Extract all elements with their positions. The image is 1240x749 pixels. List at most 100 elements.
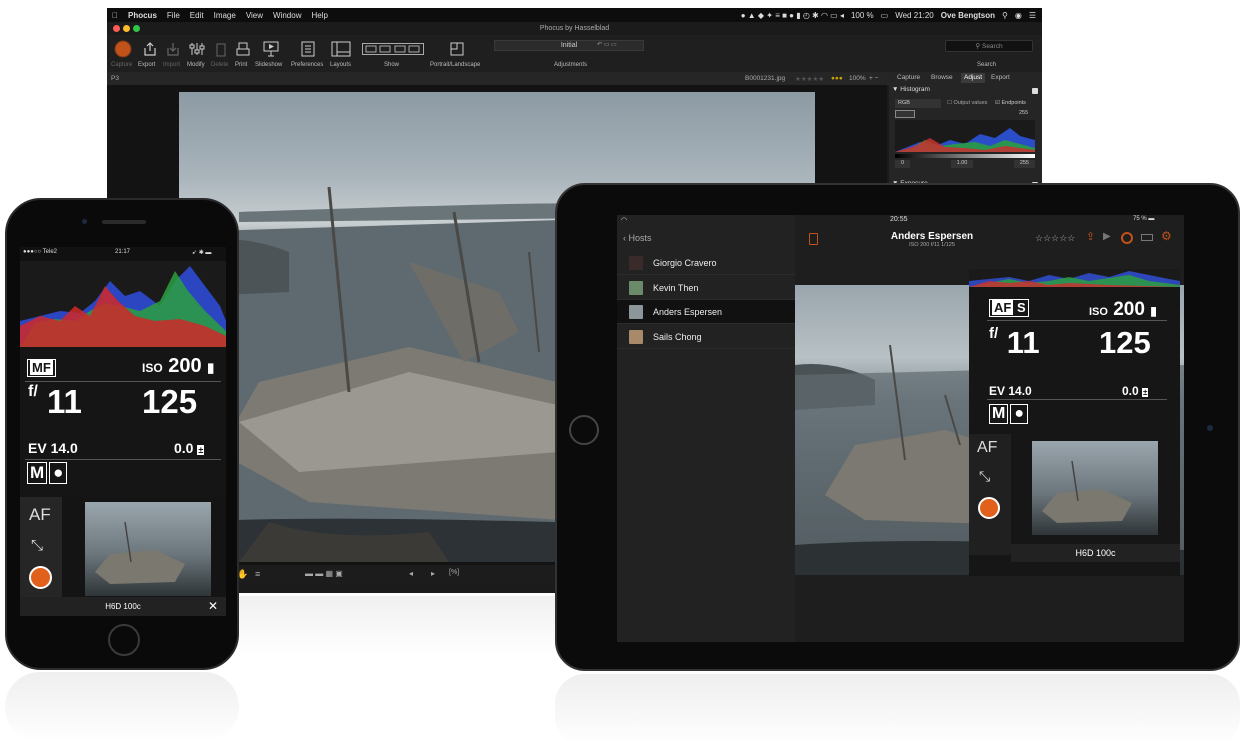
channel-select[interactable]: RGB [895, 99, 941, 108]
menu-view[interactable]: View [241, 11, 268, 20]
siri-icon[interactable]: ◉ [1015, 11, 1022, 20]
modify-button[interactable] [187, 37, 207, 61]
home-button[interactable] [108, 624, 140, 656]
last-capture-thumbnail[interactable] [85, 502, 211, 596]
exposure-comp[interactable]: 0.0 ± [1122, 384, 1149, 398]
exposure-mode[interactable]: M ● [989, 404, 1028, 424]
import-button[interactable] [163, 37, 183, 61]
delete-button[interactable] [211, 37, 231, 61]
histogram-max-value: 255 [1019, 110, 1029, 116]
tab-browse[interactable]: Browse [931, 73, 953, 83]
shutter-display[interactable]: 125 [1099, 325, 1151, 361]
search-input[interactable]: ⚲ Search [945, 40, 1033, 52]
aperture-display[interactable]: f/ 11 [989, 325, 1040, 361]
histogram-enable-checkbox[interactable] [1032, 88, 1038, 94]
layouts-button[interactable] [330, 37, 352, 61]
host-item[interactable]: Kevin Then [617, 276, 795, 300]
menu-image[interactable]: Image [209, 11, 241, 20]
exposure-comp-value: 0.0 [174, 440, 194, 456]
preferences-button[interactable] [298, 37, 318, 61]
user-name[interactable]: Ove Bengtson [941, 11, 995, 20]
menu-file[interactable]: File [162, 11, 185, 20]
adjustments-undo-icons[interactable]: ↶ ▭ ▭ [597, 41, 645, 50]
endpoints-checkbox[interactable]: ☑ Endpoints [995, 100, 1026, 106]
next-icon[interactable]: ▸ [431, 569, 435, 578]
hosts-back-button[interactable]: ‹ Hosts [623, 233, 652, 243]
focus-mode-value: MF [30, 360, 53, 375]
output-values-checkbox[interactable]: ☐ Output values [947, 100, 987, 106]
levels-values: 0 1.00 255 [895, 160, 1035, 168]
levels-low[interactable]: 0 [895, 160, 911, 168]
black-point-field[interactable] [895, 110, 915, 118]
zoom-level[interactable]: 100% [849, 75, 866, 82]
camera-model: H6D 100c [105, 602, 141, 611]
host-name: Giorgio Cravero [653, 257, 717, 268]
share-icon[interactable]: ⇪ [1086, 230, 1095, 243]
af-button[interactable]: AF [977, 439, 997, 457]
curve-icon[interactable]: ⤡ [979, 468, 990, 485]
print-button[interactable] [233, 37, 253, 61]
compare-icon[interactable]: [%] [449, 569, 459, 576]
histogram-header[interactable]: ▼ Histogram [892, 86, 930, 93]
list-icon[interactable]: ≡ [255, 569, 260, 579]
camera-settings-icon[interactable] [809, 233, 818, 245]
spotlight-icon[interactable]: ⚲ [1002, 11, 1008, 20]
capture-icon[interactable] [1121, 232, 1133, 244]
iso-display[interactable]: ISO 200 ▮ [1089, 299, 1157, 321]
focus-mode-badge[interactable]: MF [27, 359, 56, 377]
layout-toggle-icons[interactable]: ▬ ▬ ▦ ▣ [305, 569, 343, 578]
home-button[interactable] [569, 415, 599, 445]
zoom-buttons[interactable]: + − [869, 75, 878, 82]
notification-center-icon[interactable]: ☰ [1029, 11, 1036, 20]
menu-help[interactable]: Help [306, 11, 332, 20]
host-item-selected[interactable]: Anders Espersen [617, 300, 795, 324]
tab-capture[interactable]: Capture [897, 73, 920, 83]
window-title: Phocus by Hasselblad [539, 25, 610, 32]
portrait-landscape-button[interactable] [447, 37, 469, 61]
capture-button[interactable] [113, 37, 133, 61]
levels-high[interactable]: 255 [1013, 160, 1035, 168]
tab-adjust[interactable]: Adjust [961, 73, 986, 83]
menu-window[interactable]: Window [268, 11, 306, 20]
host-thumbnail [629, 255, 643, 270]
rating-stars[interactable]: ☆☆☆☆☆ [1035, 233, 1075, 244]
clock[interactable]: Wed 21:20 [895, 11, 934, 20]
rating-stars[interactable]: ★★★★★ [795, 75, 824, 83]
tab-export[interactable]: Export [991, 73, 1010, 83]
boat-thumbnail-illustration [95, 521, 185, 584]
divider [25, 381, 221, 382]
status-icons[interactable]: ● ▲ ◆ ✦ ≡ ■ ● ▮ ◴ ✱ ◠ ▭ ◂ [741, 11, 844, 20]
close-icon[interactable]: ✕ [208, 597, 218, 616]
last-capture-thumbnail[interactable] [1032, 441, 1158, 535]
aperture-display[interactable]: f/ 11 [28, 383, 82, 421]
iso-display[interactable]: ISO 200 ▮ [142, 355, 214, 378]
focus-mode-badge[interactable]: AF S [989, 299, 1029, 317]
previous-icon[interactable]: ◂ [409, 569, 413, 578]
menu-edit[interactable]: Edit [185, 11, 209, 20]
export-button[interactable] [140, 37, 160, 61]
show-segmented-control[interactable] [361, 37, 425, 61]
layouts-icon [331, 41, 351, 57]
menu-app[interactable]: Phocus [123, 11, 162, 20]
exposure-comp[interactable]: 0.0 ± [174, 440, 205, 456]
slideshow-button[interactable] [260, 37, 282, 61]
af-button[interactable]: AF [29, 505, 51, 525]
adjustments-label: Adjustments [554, 62, 588, 68]
levels-gamma[interactable]: 1.00 [950, 160, 974, 168]
host-item[interactable]: Giorgio Cravero [617, 251, 795, 275]
show-label: Show [384, 62, 400, 68]
modify-label: Modify [187, 62, 205, 68]
color-tags[interactable]: ●●● [831, 75, 843, 82]
exposure-comp-value: 0.0 [1122, 384, 1139, 398]
slideshow-icon [263, 41, 279, 57]
curve-icon[interactable]: ⤡ [31, 537, 43, 554]
apple-icon[interactable]:  [107, 11, 123, 20]
exposure-mode[interactable]: M ● [27, 462, 68, 484]
shutter-release-button[interactable] [978, 497, 1000, 519]
shutter-release-button[interactable] [29, 566, 52, 589]
endpoints-label: Endpoints [1001, 100, 1026, 106]
shutter-display[interactable]: 125 [142, 383, 197, 421]
gear-icon[interactable]: ⚙ [1161, 229, 1172, 243]
host-item[interactable]: Sails Chong [617, 325, 795, 349]
play-icon[interactable]: ▶ [1103, 231, 1111, 242]
